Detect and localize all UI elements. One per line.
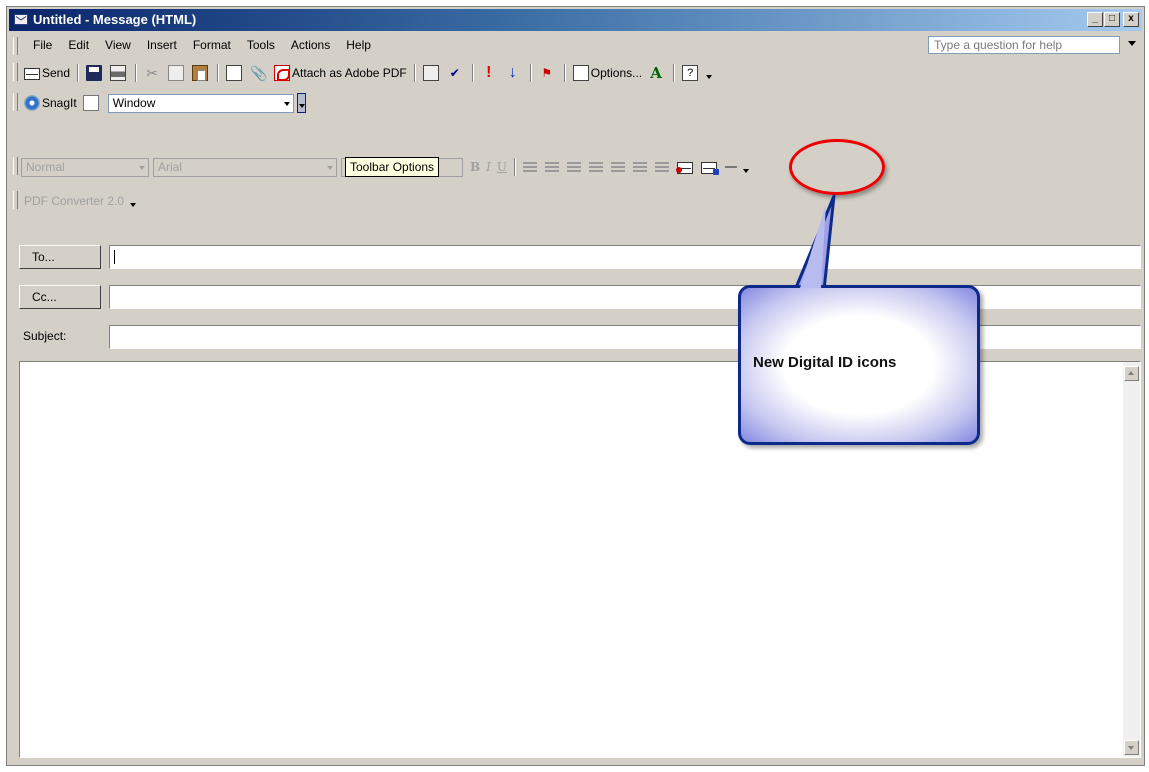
callout-pointer-join — [800, 204, 826, 288]
callout-pointer-fill — [800, 204, 826, 288]
